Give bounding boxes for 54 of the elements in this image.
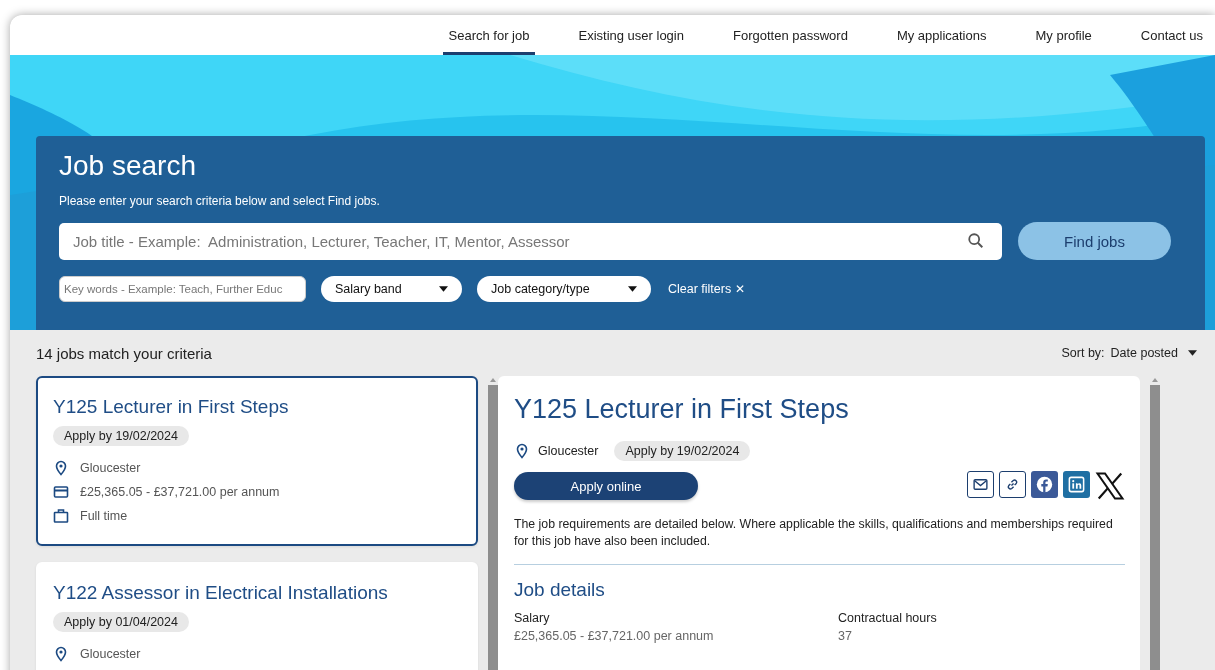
field-label: Contractual hours xyxy=(838,611,938,626)
apply-by-badge: Apply by 19/02/2024 xyxy=(53,426,189,446)
sort-dropdown[interactable]: Date posted xyxy=(1110,346,1197,360)
filter-dropdown[interactable]: Job category/type xyxy=(477,276,651,302)
job-location: Gloucester xyxy=(538,444,599,458)
linkedin-icon xyxy=(1067,475,1086,494)
caret-icon xyxy=(628,286,637,292)
field-value: 37 xyxy=(838,629,853,644)
apply-by-badge: Apply by 19/02/2024 xyxy=(614,441,751,461)
results-count: 14 jobs match your criteria xyxy=(36,344,212,362)
apply-online-button[interactable]: Apply online xyxy=(514,472,698,500)
nav-link[interactable]: Contact us xyxy=(1134,15,1209,55)
nav-link[interactable]: Forgotten password xyxy=(726,15,854,55)
job-title: Y122 Assessor in Electrical Installations xyxy=(53,582,389,604)
facebook-share-button[interactable] xyxy=(1031,471,1058,498)
briefcase-icon xyxy=(53,508,69,524)
field-value: £25,365.05 - £37,721.00 per annum xyxy=(514,629,715,644)
envelope-icon xyxy=(972,476,989,493)
location-pin-icon xyxy=(53,460,69,476)
caret-icon xyxy=(439,286,448,292)
job-detail-text: £25,365.05 - £37,721.00 per annum xyxy=(80,485,280,499)
nav-link[interactable]: Existing user login xyxy=(572,15,690,55)
clear-filters-button[interactable]: Clear filters ✕ xyxy=(666,282,747,296)
sort-label: Sort by: xyxy=(1061,346,1105,360)
filter-dropdown[interactable]: Salary band xyxy=(321,276,462,302)
location-pin-icon xyxy=(514,443,530,459)
nav-link[interactable]: My applications xyxy=(890,15,993,55)
email-share-button[interactable] xyxy=(967,471,994,498)
x-logo-icon xyxy=(1095,471,1125,501)
apply-by-badge: Apply by 01/04/2024 xyxy=(53,612,189,632)
job-card[interactable]: Y122 Assessor in Electrical Installations Apply by 01/04/2024 Gloucester xyxy=(36,562,478,670)
nav-link[interactable]: My profile xyxy=(1029,15,1098,55)
field-label: Salary xyxy=(514,611,551,626)
credit-card-icon xyxy=(53,484,69,500)
job-requirements-text: The job requirements are detailed below. Where applicable the skills, qualifications and memberships required for this job have also been included. xyxy=(514,516,1114,551)
job-title-field[interactable]: Job title - Example: Administration, Lecturer, Teacher, IT, Mentor, Assessor xyxy=(59,222,1002,260)
keywords-field[interactable]: Key words - Example: Teach, Further Educ xyxy=(59,276,306,302)
x-share-button[interactable] xyxy=(1095,471,1125,501)
section-heading: Job details xyxy=(514,579,606,602)
location-pin-icon xyxy=(53,646,69,662)
linkedin-share-button[interactable] xyxy=(1063,471,1090,498)
find-jobs-button[interactable]: Find jobs xyxy=(1018,222,1171,260)
facebook-icon xyxy=(1035,475,1054,494)
job-card[interactable]: Y125 Lecturer in First Steps Apply by 19/02/2024 Gloucester £25,365.05 - £37,721.00 per annum Full time xyxy=(36,376,478,546)
caret-icon xyxy=(1188,350,1197,356)
copy-link-button[interactable] xyxy=(999,471,1026,498)
search-instructions: Please enter your search criteria below and select Find jobs. xyxy=(59,194,381,208)
job-title: Y125 Lecturer in First Steps xyxy=(53,396,290,418)
job-detail-text: Gloucester xyxy=(80,461,141,475)
job-detail-title: Y125 Lecturer in First Steps xyxy=(514,394,850,425)
job-detail-text: Gloucester xyxy=(80,647,141,661)
search-icon xyxy=(967,231,985,250)
job-detail-text: Full time xyxy=(80,509,128,523)
page-title: Job search xyxy=(59,150,197,182)
